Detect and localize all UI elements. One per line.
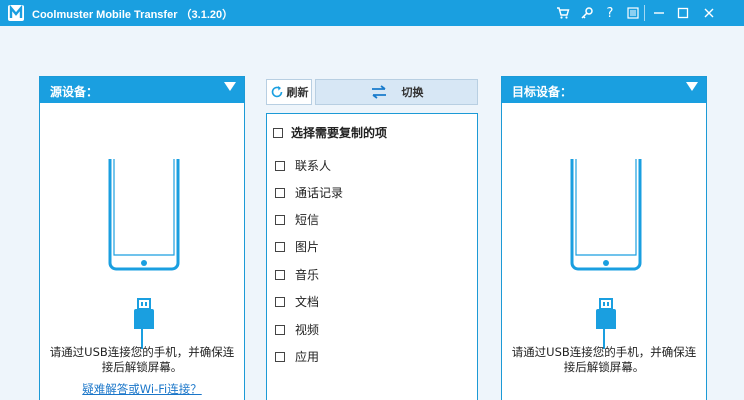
select-all-label: 选择需要复制的项 (291, 126, 388, 140)
list-item-label: 视频 (295, 323, 320, 337)
source-device-label: 源设备： (50, 85, 99, 99)
window-title: Coolmuster Mobile Transfer （3.1.20） (32, 9, 234, 21)
list-item-contacts[interactable]: 联系人 (275, 157, 331, 174)
photos-checkbox[interactable] (275, 241, 285, 252)
target-device-label: 目标设备： (512, 85, 573, 99)
target-connect-text-line1: 请通过USB连接您的手机，并确保连 (511, 345, 697, 359)
target-device-panel: 目标设备： 请通过USB连接您的手机，并确保连 接后解锁屏幕。 (501, 76, 707, 400)
contacts-checkbox[interactable] (275, 160, 285, 171)
target-dropdown-arrow-icon[interactable] (686, 82, 698, 91)
source-connect-text-line2: 接后解锁屏幕。 (101, 360, 183, 374)
main-area: 源设备： 请通过USB连接您的手机，并确保连 接后解锁屏幕。 疑难解答或Wi-F… (0, 26, 744, 400)
documents-checkbox[interactable] (275, 296, 285, 307)
source-device-panel: 源设备： 请通过USB连接您的手机，并确保连 接后解锁屏幕。 疑难解答或Wi-F… (39, 76, 245, 400)
list-item-label: 图片 (295, 240, 320, 254)
phone-usb-illustration-icon (106, 159, 182, 332)
help-icon[interactable]: ? (601, 4, 619, 22)
title-bar: Coolmuster Mobile Transfer （3.1.20） ? (0, 0, 744, 26)
list-item-label: 联系人 (295, 159, 332, 173)
list-item-photos[interactable]: 图片 (275, 238, 319, 255)
cart-icon[interactable] (554, 4, 572, 22)
switch-button[interactable]: 切换 (315, 79, 478, 105)
list-item-call-logs[interactable]: 通话记录 (275, 184, 343, 201)
list-item-label: 短信 (295, 213, 320, 227)
source-connect-text-line1: 请通过USB连接您的手机，并确保连 (49, 345, 235, 359)
target-device-header[interactable]: 目标设备： (502, 77, 706, 103)
maximize-icon[interactable] (674, 4, 692, 22)
list-item-label: 通话记录 (295, 186, 344, 200)
switch-label: 切换 (401, 86, 424, 99)
source-device-header[interactable]: 源设备： (40, 77, 244, 103)
list-item-sms[interactable]: 短信 (275, 211, 319, 228)
call-logs-checkbox[interactable] (275, 187, 285, 198)
key-icon[interactable] (578, 4, 596, 22)
videos-checkbox[interactable] (275, 324, 285, 335)
sms-checkbox[interactable] (275, 214, 285, 225)
minimize-icon[interactable] (650, 4, 668, 22)
troubleshoot-wifi-link[interactable]: 疑难解答或Wi-Fi连接？ (40, 381, 244, 397)
app-logo-icon (8, 5, 24, 21)
feedback-icon[interactable] (624, 4, 642, 22)
list-item-documents[interactable]: 文档 (275, 293, 319, 310)
refresh-button[interactable]: 刷新 (266, 79, 312, 105)
target-connect-text-line2: 接后解锁屏幕。 (563, 360, 645, 374)
swap-arrows-icon (370, 85, 388, 99)
list-item-label: 文档 (295, 295, 320, 309)
content-selection-list: 选择需要复制的项 联系人 通话记录 短信 图片 音乐 文档 视频 应用 (266, 113, 478, 400)
close-icon[interactable] (700, 4, 718, 22)
list-item-music[interactable]: 音乐 (275, 266, 319, 283)
phone-usb-illustration-icon (568, 159, 644, 332)
source-dropdown-arrow-icon[interactable] (224, 82, 236, 91)
list-item-label: 音乐 (295, 268, 320, 282)
apps-checkbox[interactable] (275, 351, 285, 362)
select-all-checkbox[interactable] (273, 127, 283, 138)
list-item-label: 应用 (295, 350, 320, 364)
refresh-label: 刷新 (286, 86, 309, 99)
refresh-icon (270, 85, 284, 99)
list-item-apps[interactable]: 应用 (275, 348, 319, 365)
title-separator (644, 5, 645, 21)
list-item-videos[interactable]: 视频 (275, 321, 319, 338)
music-checkbox[interactable] (275, 269, 285, 280)
select-all-row[interactable]: 选择需要复制的项 (273, 124, 387, 141)
